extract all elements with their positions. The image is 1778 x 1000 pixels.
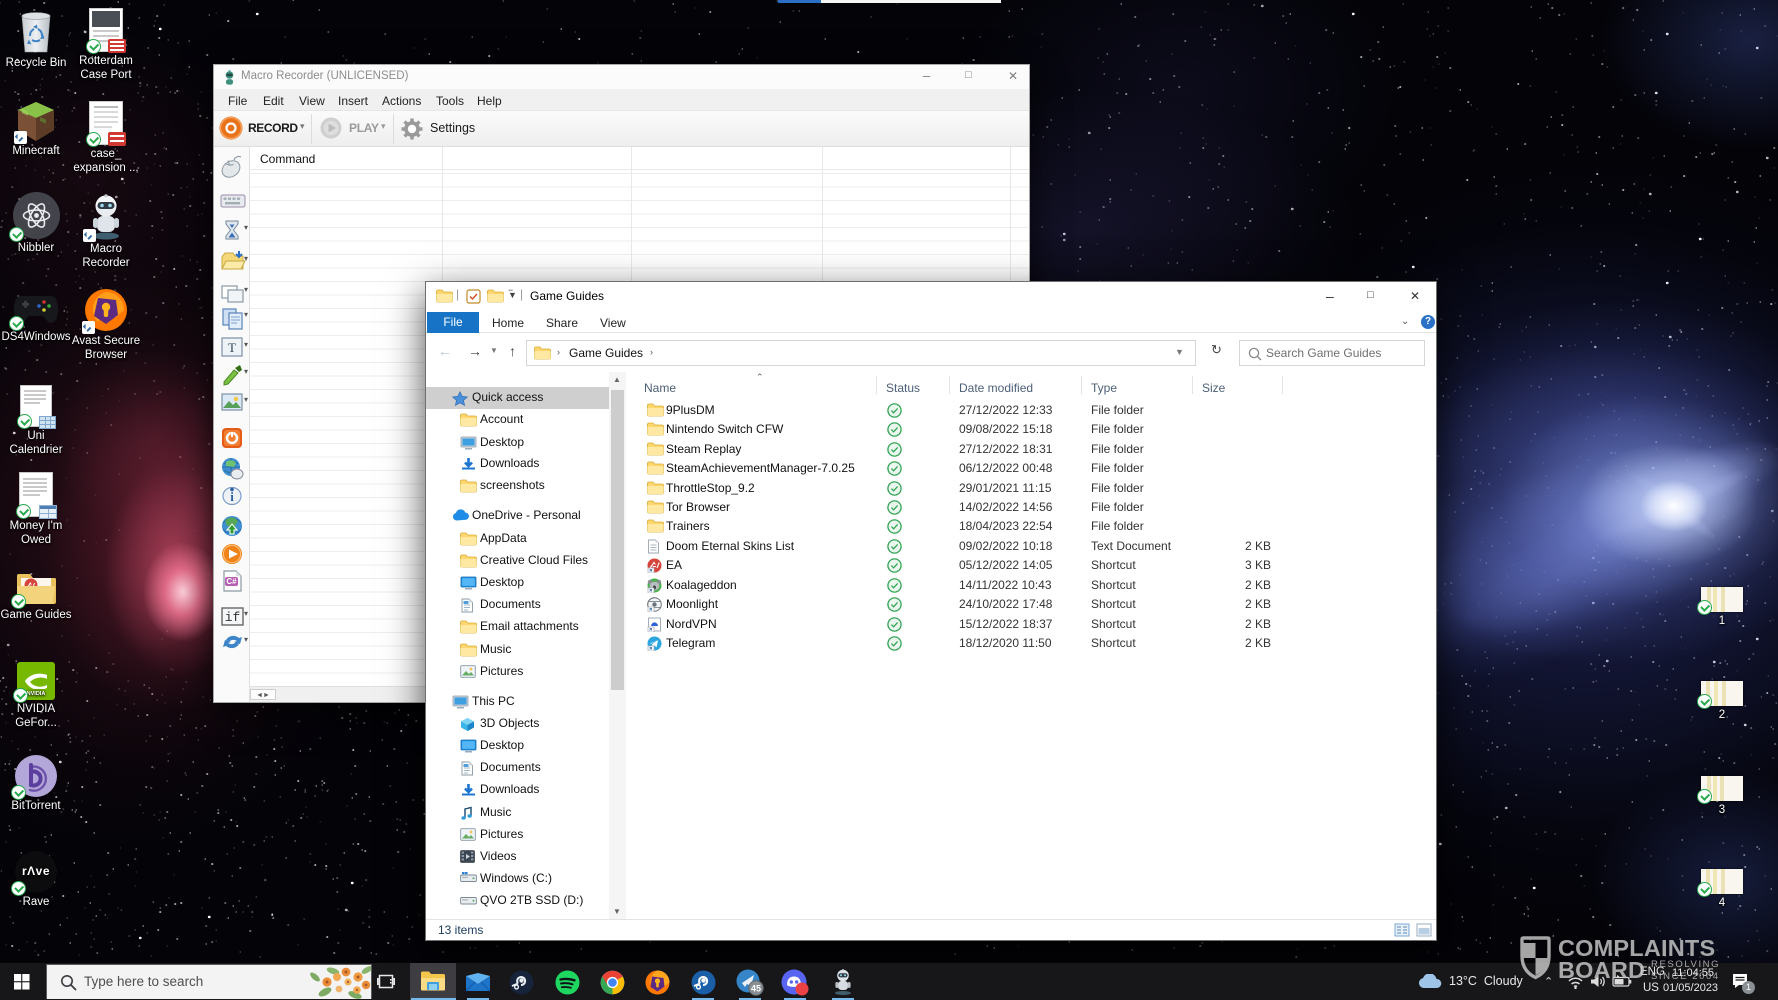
svg-text:if: if bbox=[225, 610, 241, 625]
svg-text:C#: C# bbox=[226, 577, 237, 586]
svg-text:45: 45 bbox=[751, 984, 761, 994]
svg-text:NVIDIA: NVIDIA bbox=[27, 691, 46, 697]
svg-text:T: T bbox=[228, 340, 236, 355]
